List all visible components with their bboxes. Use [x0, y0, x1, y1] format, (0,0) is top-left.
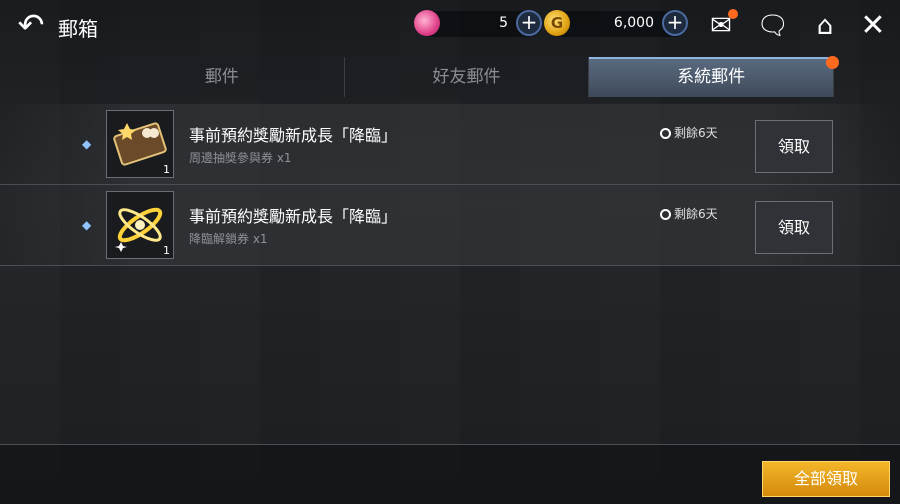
gold-currency: G 6,000 + — [544, 10, 688, 37]
chat-icon[interactable]: 🗨 — [756, 9, 790, 43]
top-bar: ↶ 郵箱 5 + G 6,000 + ✉ 🗨 ⌂ ✕ — [0, 0, 900, 52]
expiry-text: 剩餘6天 — [674, 207, 718, 221]
add-gems-button[interactable]: + — [516, 10, 542, 36]
gem-currency: 5 + — [414, 10, 542, 37]
tab-friend-mail[interactable]: 好友郵件 — [345, 57, 590, 97]
claim-button[interactable]: 領取 — [755, 201, 833, 254]
mail-row: ◆ 1 事前預約獎勵新成長「降臨」 降臨解鎖券 x1 剩餘6天 領取 — [0, 185, 900, 266]
reward-thumbnail: 1 — [106, 110, 174, 178]
mail-item: 周邊抽獎參與券 x1 — [189, 151, 292, 165]
claim-button[interactable]: 領取 — [755, 120, 833, 173]
unread-marker-icon: ◆ — [82, 218, 92, 232]
tab-mail[interactable]: 郵件 — [100, 57, 345, 97]
gem-count: 5 — [499, 15, 508, 31]
gold-count: 6,000 — [613, 15, 654, 31]
shop-icon[interactable]: ⌂ — [808, 9, 842, 43]
close-icon[interactable]: ✕ — [856, 9, 890, 43]
clock-icon — [660, 128, 671, 139]
claim-all-button[interactable]: 全部領取 — [762, 461, 890, 497]
item-quantity: 1 — [163, 163, 170, 176]
expiry-timer: 剩餘6天 — [660, 205, 718, 222]
mail-title: 事前預約獎勵新成長「降臨」 — [189, 126, 398, 145]
tab-system-mail[interactable]: 系統郵件 — [589, 57, 835, 97]
mail-notification-dot — [728, 9, 738, 19]
item-quantity: 1 — [163, 244, 170, 257]
reward-thumbnail: 1 — [106, 191, 174, 259]
clock-icon — [660, 209, 671, 220]
expiry-text: 剩餘6天 — [674, 126, 718, 140]
page-title: 郵箱 — [58, 17, 98, 41]
mail-item: 降臨解鎖券 x1 — [189, 232, 268, 246]
footer-bar: 全部領取 — [0, 444, 900, 504]
mail-title: 事前預約獎勵新成長「降臨」 — [189, 207, 398, 226]
gold-coin-icon: G — [544, 10, 570, 36]
unread-marker-icon: ◆ — [82, 137, 92, 151]
expiry-timer: 剩餘6天 — [660, 124, 718, 141]
mail-tabs: 郵件 好友郵件 系統郵件 — [100, 57, 835, 97]
back-arrow-icon[interactable]: ↶ — [12, 6, 50, 44]
system-mail-notification-dot — [826, 56, 839, 69]
mail-row: ◆ 1 事前預約獎勵新成長「降臨」 周邊抽獎參與券 x1 剩餘6天 領取 — [0, 104, 900, 185]
mail-list: ◆ 1 事前預約獎勵新成長「降臨」 周邊抽獎參與券 x1 剩餘6天 領取 ◆ 1… — [0, 104, 900, 266]
gem-icon — [414, 10, 440, 36]
add-gold-button[interactable]: + — [662, 10, 688, 36]
